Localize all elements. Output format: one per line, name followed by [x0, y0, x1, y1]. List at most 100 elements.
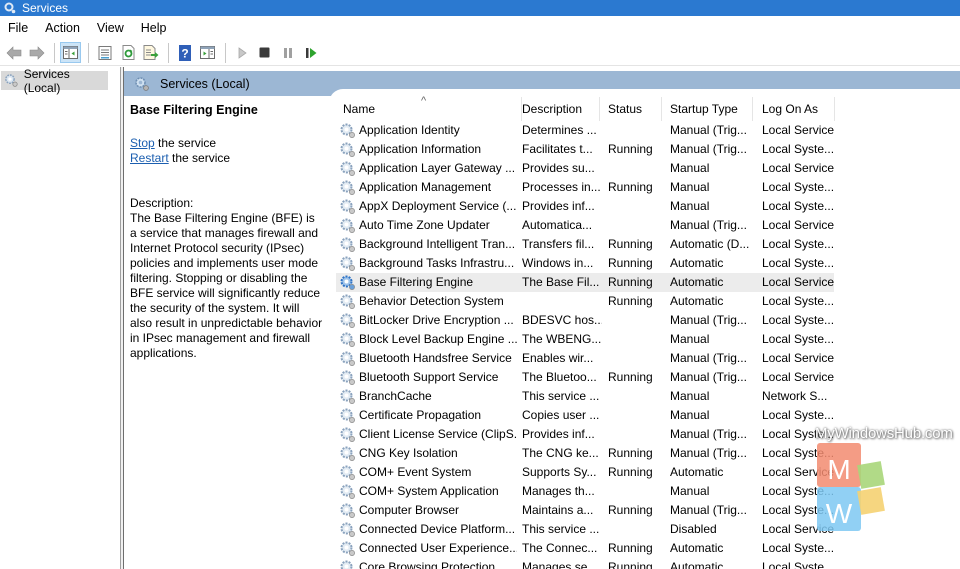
cell-description: Enables wir...	[522, 351, 594, 365]
service-gear-icon	[340, 294, 355, 309]
refresh-button[interactable]	[117, 42, 138, 63]
toolbar: ?	[0, 40, 960, 66]
cell-description: Determines ...	[522, 123, 597, 137]
cell-startup-type: Automatic	[670, 465, 724, 479]
cell-startup-type: Manual (Trig...	[670, 446, 747, 460]
cell-status: Running	[608, 446, 653, 460]
tree-item-services-local[interactable]: Services (Local)	[1, 67, 108, 95]
menu-file[interactable]: File	[4, 21, 35, 35]
service-gear-icon	[340, 427, 355, 442]
show-hide-action-pane-button[interactable]	[197, 42, 218, 63]
cell-log-on-as: Local Syste...	[762, 142, 835, 156]
services-list: Name ^ Description Status Startup Type L…	[329, 89, 960, 569]
table-row[interactable]: Connected Device Platform... This service…	[329, 520, 960, 539]
cell-description: Maintains a...	[522, 503, 594, 517]
column-header-startup-type[interactable]: Startup Type	[661, 97, 753, 121]
cell-startup-type: Manual (Trig...	[670, 123, 747, 137]
cell-log-on-as: Local Syste...	[762, 199, 835, 213]
table-row[interactable]: Bluetooth Support Service The Bluetoo... R…	[329, 368, 960, 387]
cell-log-on-as: Local Service	[762, 351, 835, 365]
properties-icon	[98, 45, 111, 60]
table-row[interactable]: Application Information Facilitates t... R…	[329, 140, 960, 159]
restart-service-button[interactable]	[300, 42, 321, 63]
console-tree: Services (Local)	[0, 67, 120, 569]
table-row[interactable]: Connected User Experience... The Connec..…	[329, 539, 960, 558]
service-gear-icon	[340, 142, 355, 157]
cell-name: Bluetooth Handsfree Service	[359, 351, 512, 365]
table-row[interactable]: Application Layer Gateway ... Provides su…	[329, 159, 960, 178]
main-pane: Services (Local) Base Filtering Engine S…	[124, 67, 960, 569]
restart-icon	[305, 47, 316, 58]
table-row[interactable]: Block Level Backup Engine ... The WBENG..…	[329, 330, 960, 349]
show-hide-console-tree-button[interactable]	[60, 42, 81, 63]
table-row[interactable]: Core Browsing Protection Manages se... Run…	[329, 558, 960, 569]
column-header-startup-type-label: Startup Type	[670, 102, 738, 116]
cell-name: Application Information	[359, 142, 482, 156]
table-row[interactable]: Computer Browser Maintains a... Running Man…	[329, 501, 960, 520]
table-row[interactable]: COM+ System Application Manages th... Manu…	[329, 482, 960, 501]
sort-ascending-icon: ^	[421, 95, 427, 107]
pause-service-button[interactable]	[277, 42, 298, 63]
window-title: Services	[22, 1, 69, 15]
table-row[interactable]: Application Management Processes in... Run…	[329, 178, 960, 197]
stop-service-button[interactable]	[254, 42, 275, 63]
restart-service-link[interactable]: Restart	[130, 151, 169, 165]
service-gear-icon	[340, 446, 355, 461]
export-list-button[interactable]	[140, 42, 161, 63]
cell-status: Running	[608, 275, 653, 289]
menu-action[interactable]: Action	[41, 21, 87, 35]
cell-name: BitLocker Drive Encryption ...	[359, 313, 514, 327]
service-gear-icon	[340, 123, 355, 138]
table-row[interactable]: Behavior Detection System Running Automati…	[329, 292, 960, 311]
cell-startup-type: Manual	[670, 484, 710, 498]
table-row[interactable]: BranchCache This service ... Manual Network…	[329, 387, 960, 406]
cell-startup-type: Manual (Trig...	[670, 503, 747, 517]
stop-service-link[interactable]: Stop	[130, 136, 155, 150]
service-description: The Base Filtering Engine (BFE) is a ser…	[130, 211, 323, 360]
cell-name: Background Tasks Infrastru...	[359, 256, 515, 270]
table-row[interactable]: Auto Time Zone Updater Automatica... Manua…	[329, 216, 960, 235]
table-row[interactable]: AppX Deployment Service (... Provides inf…	[329, 197, 960, 216]
column-header-description[interactable]: Description	[513, 97, 600, 121]
cell-startup-type: Automatic (D...	[670, 237, 750, 251]
cell-status: Running	[608, 560, 653, 569]
column-header-log-on-as[interactable]: Log On As	[753, 97, 835, 121]
cell-status: Running	[608, 180, 653, 194]
cell-description: Provides inf...	[522, 199, 595, 213]
column-header-name[interactable]: Name ^	[334, 95, 522, 121]
service-gear-icon	[340, 408, 355, 423]
table-row[interactable]: Background Tasks Infrastru... Windows in.…	[329, 254, 960, 273]
cell-name: Bluetooth Support Service	[359, 370, 499, 384]
table-row-selected[interactable]: Base Filtering Engine The Base Fil... Runn…	[336, 273, 834, 292]
toolbar-separator	[225, 42, 226, 63]
cell-log-on-as: Local Syste...	[762, 446, 835, 460]
table-row[interactable]: BitLocker Drive Encryption ... BDESVC hos…	[329, 311, 960, 330]
back-button[interactable]	[3, 42, 24, 63]
cell-description: Manages th...	[522, 484, 595, 498]
table-row[interactable]: Client License Service (ClipS... Provides…	[329, 425, 960, 444]
help-button[interactable]: ?	[174, 42, 195, 63]
cell-log-on-as: Local Service	[762, 275, 835, 289]
cell-description: Manages se...	[522, 560, 598, 569]
service-gear-icon	[340, 465, 355, 480]
toolbar-separator	[88, 42, 89, 63]
column-header-status[interactable]: Status	[599, 97, 662, 121]
cell-name: Base Filtering Engine	[359, 275, 474, 289]
play-icon	[238, 46, 247, 59]
menu-view[interactable]: View	[93, 21, 131, 35]
cell-startup-type: Automatic	[670, 560, 724, 569]
start-service-button[interactable]	[231, 42, 252, 63]
properties-button[interactable]	[94, 42, 115, 63]
forward-button[interactable]	[26, 42, 47, 63]
service-gear-icon	[340, 541, 355, 556]
cell-log-on-as: Local Syste...	[762, 332, 835, 346]
table-row[interactable]: Background Intelligent Tran... Transfers …	[329, 235, 960, 254]
table-row[interactable]: COM+ Event System Supports Sy... Running Au…	[329, 463, 960, 482]
menu-help[interactable]: Help	[137, 21, 174, 35]
cell-log-on-as: Local Syste...	[762, 313, 835, 327]
table-row[interactable]: Application Identity Determines ... Manual…	[329, 121, 960, 140]
cell-name: Background Intelligent Tran...	[359, 237, 516, 251]
table-row[interactable]: CNG Key Isolation The CNG ke... Running Man…	[329, 444, 960, 463]
table-row[interactable]: Bluetooth Handsfree Service Enables wir..…	[329, 349, 960, 368]
table-row[interactable]: Certificate Propagation Copies user ... Ma…	[329, 406, 960, 425]
